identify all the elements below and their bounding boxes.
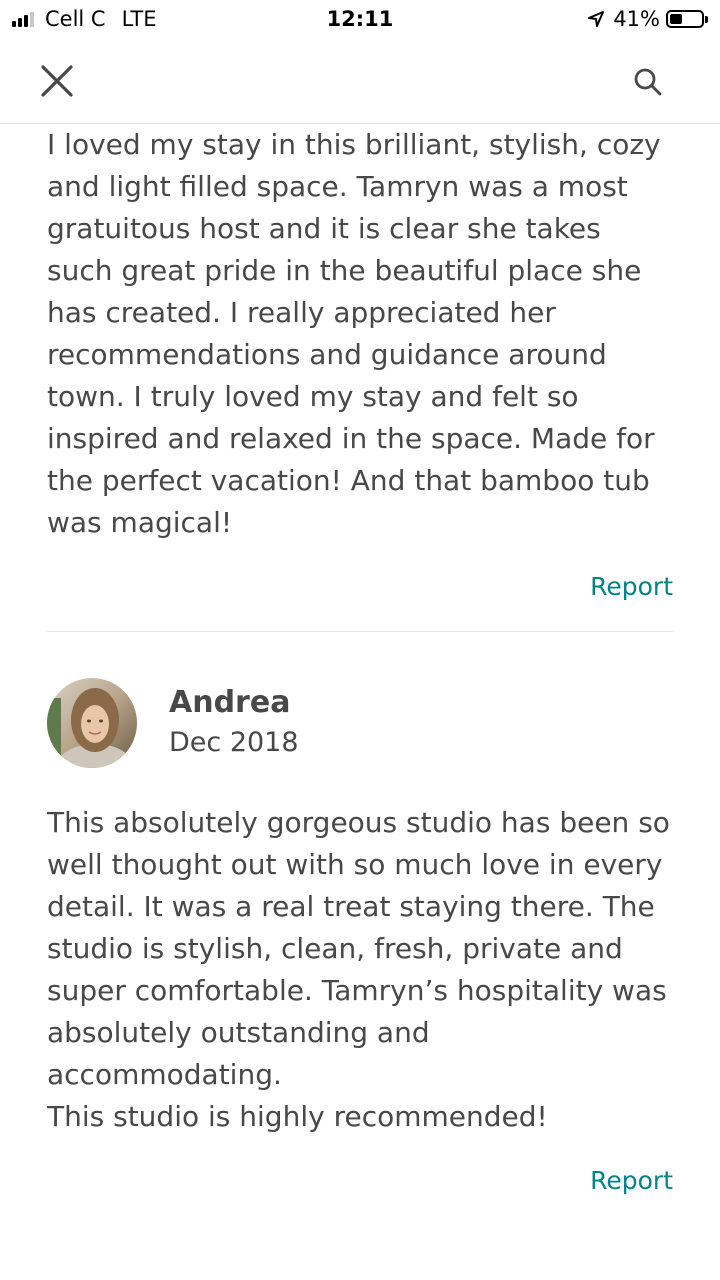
battery-icon	[666, 10, 704, 28]
battery-tip	[705, 15, 708, 23]
review-item: lovely Birdhouse experience, the Birdhou…	[47, 124, 673, 601]
report-link[interactable]: Report	[590, 1166, 673, 1195]
search-button[interactable]	[628, 62, 668, 102]
search-icon	[634, 68, 662, 96]
top-nav-bar	[0, 40, 720, 124]
close-icon	[41, 65, 73, 97]
status-right: 41%	[587, 7, 708, 31]
location-arrow-icon	[587, 10, 605, 28]
reviewer-header: Andrea Dec 2018	[47, 678, 673, 768]
reviewer-info: Andrea Dec 2018	[169, 683, 299, 763]
avatar[interactable]	[47, 678, 137, 768]
close-button[interactable]	[34, 58, 80, 104]
status-bar: Cell C LTE 12:11 41%	[0, 0, 720, 40]
battery-level-fill	[670, 14, 683, 24]
review-text: This absolutely gorgeous studio has been…	[47, 806, 670, 1133]
report-row: Report	[47, 1166, 673, 1195]
review-text: lovely Birdhouse experience, the Birdhou…	[47, 128, 661, 539]
reviews-scroll-container: lovely Birdhouse experience, the Birdhou…	[0, 124, 720, 1195]
review-item: This absolutely gorgeous studio has been…	[47, 802, 673, 1195]
reviewer-name[interactable]: Andrea	[169, 683, 299, 723]
review-date: Dec 2018	[169, 727, 299, 758]
review-divider	[47, 631, 673, 632]
report-link[interactable]: Report	[590, 572, 673, 601]
report-row: Report	[47, 572, 673, 601]
reviews-list[interactable]: lovely Birdhouse experience, the Birdhou…	[0, 124, 720, 1280]
battery-percentage: 41%	[613, 7, 660, 31]
